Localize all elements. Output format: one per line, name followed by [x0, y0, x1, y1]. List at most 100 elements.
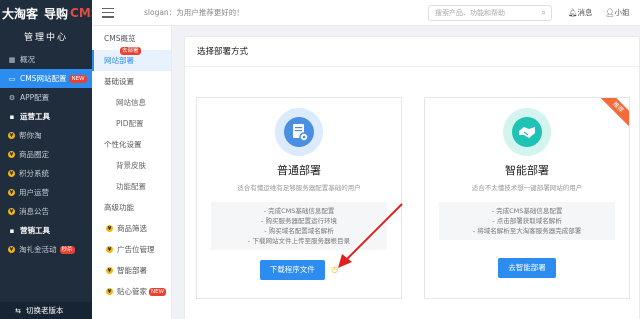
coin-icon: ¥: [8, 246, 15, 253]
smart-deploy-option: 推荐 智能部署 适合不太懂技术想一键部署网站的用户 - 完成CMS基础信息配置 …: [424, 97, 630, 299]
option-subtitle: 适合有懂运维有足够服务器配置基础的用户: [237, 184, 361, 192]
sidebar-item-overview[interactable]: ▦ 概况: [0, 50, 92, 69]
sidebar-item-user-ops[interactable]: ¥ 用户运营: [0, 183, 92, 202]
sidebar-item-label: 商品圈定: [19, 150, 49, 159]
option-title: 智能部署: [505, 164, 549, 177]
logo-text-b: 导购: [44, 6, 69, 21]
brand-logo[interactable]: 大淘客 导购 CMS: [0, 0, 92, 26]
subnav-item-label: 智能部署: [117, 266, 147, 275]
feature-item: - 点击部署获取域名解析: [492, 217, 562, 225]
subnav-item-feature-config[interactable]: 功能配置: [92, 176, 171, 197]
subnav-item-label: 网站部署: [104, 56, 134, 65]
sidebar-item-label: 营销工具: [20, 226, 50, 235]
subnav-item-smart-deploy[interactable]: ¥ 智能部署: [92, 260, 171, 281]
subnav-item-label: 贴心管家: [117, 287, 147, 296]
tools-icon: ▪: [9, 112, 15, 121]
sidebar-item-help-tao[interactable]: ¥ 帮你淘: [0, 126, 92, 145]
sidebar-item-app-config[interactable]: ⚙ APP配置: [0, 88, 92, 107]
user-name: 小姐: [614, 8, 630, 17]
slogan-text: slogan：为用户推荐更好的！: [144, 8, 244, 17]
subnav-group-basic-settings[interactable]: 基础设置: [92, 71, 171, 92]
sidebar-item-label: 运营工具: [20, 112, 50, 121]
subnav-item-butler[interactable]: ¥ 贴心管家 NEW: [92, 281, 171, 302]
brand-subtitle: 管理中心: [23, 33, 68, 43]
download-program-button[interactable]: 下载程序文件: [259, 260, 325, 280]
gear-icon: ⚙: [8, 93, 16, 102]
sidebar-item-cms-config[interactable]: ▭ CMS网站配置 NEW: [0, 69, 92, 88]
user-icon: 👤︎: [605, 8, 615, 17]
document-gear-icon: [275, 108, 323, 156]
search-icon[interactable]: ⌕: [542, 8, 546, 18]
handshake-icon: [503, 108, 551, 156]
page-title: 选择部署方式: [185, 37, 639, 67]
search-placeholder: 搜索产品、功能和帮助: [435, 9, 505, 17]
marketing-icon: ▪: [9, 226, 15, 235]
sidebar-item-label: CMS网站配置: [20, 74, 67, 83]
logo-text-c: CMS: [70, 6, 92, 20]
sidebar-item-label: 积分系统: [19, 169, 49, 178]
main-sidebar: 大淘客 导购 CMS 管理中心 ▦ 概况 ▭ CMS网站配置 NEW ⚙ APP…: [0, 0, 92, 319]
coin-icon: ¥: [8, 132, 15, 139]
coin-icon: ¥: [8, 151, 15, 158]
sidebar-item-label: 用户运营: [19, 188, 49, 197]
subnav-item-label: 基础设置: [104, 77, 134, 86]
sidebar-item-announcements[interactable]: ¥ 消息公告: [0, 202, 92, 221]
coin-icon: ¥: [106, 246, 113, 253]
switch-old-version-button[interactable]: ⇆ 切换老版本: [0, 302, 92, 319]
subnav-item-label: 高级功能: [104, 203, 134, 212]
top-header: slogan：为用户推荐更好的！ 搜索产品、功能和帮助 ⌕ 🔔︎ 消息 👤︎ 小…: [92, 0, 640, 26]
sidebar-item-tao-gift[interactable]: ¥ 淘礼金活动 秒杀: [0, 240, 92, 259]
messages-label: 消息: [577, 8, 593, 17]
new-badge: NEW: [69, 74, 87, 83]
switch-old-version-label: 切换老版本: [26, 306, 64, 315]
smart-deploy-button[interactable]: 去智能部署: [498, 258, 556, 278]
subnav-item-label: 商品筛选: [117, 224, 147, 233]
subnav-item-site-deploy[interactable]: 去部署 网站部署: [92, 47, 171, 71]
option-title: 普通部署: [277, 164, 321, 177]
monitor-icon: ▭: [8, 74, 16, 83]
annotation-arrow: [338, 203, 403, 268]
coin-icon: ¥: [106, 267, 113, 274]
feature-item: - 将域名解析至大淘客服务器完成部署: [472, 227, 582, 235]
switch-icon: ⇆: [15, 306, 21, 315]
search-input[interactable]: 搜索产品、功能和帮助 ⌕: [428, 5, 552, 21]
sidebar-item-label: APP配置: [20, 93, 50, 102]
coin-icon: ¥: [8, 170, 15, 177]
sidebar-group-ops-tools[interactable]: ▪ 运营工具: [0, 107, 92, 126]
feature-item: - 完成CMS基础信息配置: [491, 207, 563, 215]
subnav-item-label: CMS概览: [104, 33, 136, 43]
sidebar-item-points[interactable]: ¥ 积分系统: [0, 164, 92, 183]
deploy-badge: 去部署: [120, 47, 141, 55]
sidebar-item-label: 消息公告: [19, 207, 49, 216]
subnav-item-product-filter[interactable]: ¥ 商品筛选: [92, 218, 171, 239]
feature-list: - 完成CMS基础信息配置 - 点击部署获取域名解析 - 将域名解析至大淘客服务…: [439, 202, 615, 240]
new-badge: NEW: [149, 287, 167, 296]
subnav-item-label: PID配置: [116, 119, 144, 128]
menu-toggle-icon[interactable]: [102, 7, 114, 18]
coin-icon: ¥: [106, 225, 113, 232]
user-menu[interactable]: 👤︎ 小姐: [605, 7, 630, 18]
app-window: 大淘客 导购 CMS 管理中心 ▦ 概况 ▭ CMS网站配置 NEW ⚙ APP…: [0, 0, 640, 319]
grid-icon: ▦: [8, 55, 16, 64]
subnav-item-site-info[interactable]: 网站信息: [92, 92, 171, 113]
subnav-item-background-skin[interactable]: 背景皮肤: [92, 155, 171, 176]
bell-icon: 🔔︎: [568, 8, 578, 17]
logo-text-a: 大淘客: [2, 6, 39, 21]
subnav-item-ad-slots[interactable]: ¥ 广告位管理: [92, 239, 171, 260]
flash-sale-badge: 秒杀: [59, 245, 75, 254]
subnav-group-advanced[interactable]: 高级功能: [92, 197, 171, 218]
coin-icon: ¥: [8, 208, 15, 215]
subnav-item-label: 功能配置: [116, 182, 146, 191]
subnav-item-label: 背景皮肤: [116, 161, 146, 170]
messages-button[interactable]: 🔔︎ 消息: [568, 7, 593, 18]
sidebar-group-marketing[interactable]: ▪ 营销工具: [0, 221, 92, 240]
sidebar-item-label: 帮你淘: [19, 131, 42, 140]
sidebar-item-product-select[interactable]: ¥ 商品圈定: [0, 145, 92, 164]
secondary-sidebar: CMS概览 去部署 网站部署 基础设置 网站信息 PID配置 个性化设置 背景皮…: [92, 26, 172, 319]
subnav-group-personalize[interactable]: 个性化设置: [92, 134, 171, 155]
sidebar-item-label: 淘礼金活动: [19, 245, 57, 254]
coin-icon: ¥: [106, 288, 113, 295]
sidebar-item-label: 概况: [20, 55, 35, 64]
option-subtitle: 适合不太懂技术想一键部署网站的用户: [471, 184, 583, 192]
subnav-item-pid-config[interactable]: PID配置: [92, 113, 171, 134]
